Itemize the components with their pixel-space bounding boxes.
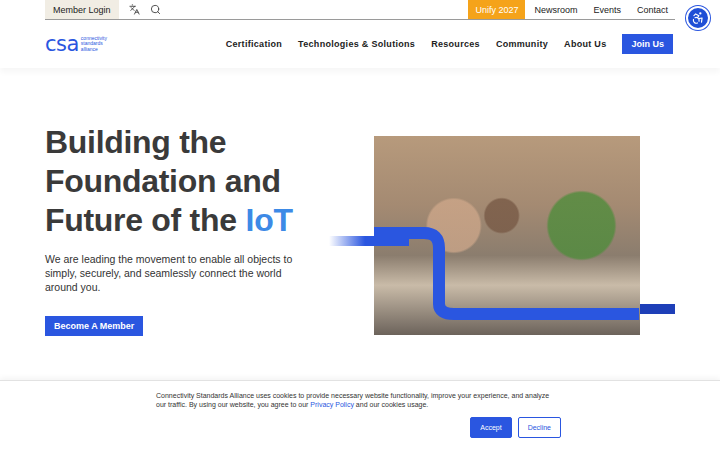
nav-links: Certification Technologies & Solutions Res… bbox=[226, 34, 673, 54]
nav-link[interactable]: Technologies & Solutions bbox=[298, 39, 415, 49]
cookie-buttons: Accept Decline bbox=[156, 417, 561, 438]
nav-link[interactable]: About Us bbox=[564, 39, 606, 49]
become-member-button[interactable]: Become A Member bbox=[45, 316, 143, 336]
logo-mark: csa bbox=[45, 34, 79, 55]
hero: Building theFoundation andFuture of theI… bbox=[0, 68, 720, 336]
hero-title-line: Foundation and bbox=[45, 162, 345, 201]
nav-link[interactable]: Certification bbox=[226, 39, 282, 49]
logo[interactable]: csaconnectivitystandardsalliance bbox=[45, 34, 107, 55]
nav-link[interactable]: Community bbox=[496, 39, 548, 49]
hero-title-accent: IoT bbox=[246, 201, 293, 240]
logo-tagline-line: alliance bbox=[81, 47, 107, 53]
language-button[interactable] bbox=[129, 4, 140, 15]
hero-text: We are leading the movement to enable al… bbox=[45, 252, 295, 294]
cookie-content: Connectivity Standards Alliance uses coo… bbox=[156, 391, 561, 438]
cookie-button[interactable]: Accept bbox=[470, 417, 511, 438]
hero-photo bbox=[374, 136, 640, 335]
join-button[interactable]: Join Us bbox=[622, 34, 673, 54]
hero-title-line: Future of theIoT bbox=[45, 201, 345, 240]
logo-tagline: connectivitystandardsalliance bbox=[81, 36, 107, 53]
translate-icon bbox=[129, 4, 140, 15]
hero-title-line: Building the bbox=[45, 123, 345, 162]
utility-link[interactable]: Newsroom bbox=[527, 0, 584, 19]
nav-link[interactable]: Resources bbox=[431, 39, 480, 49]
decorative-lines-icon bbox=[329, 136, 675, 335]
hero-media bbox=[374, 136, 640, 335]
hero-copy: Building theFoundation andFuture of theI… bbox=[45, 123, 345, 336]
main-nav: csaconnectivitystandardsalliance Certific… bbox=[0, 20, 720, 68]
cookie-banner: Connectivity Standards Alliance uses coo… bbox=[0, 380, 720, 450]
accessibility-icon bbox=[691, 11, 705, 25]
utility-link[interactable]: Unify 2027 bbox=[468, 0, 525, 19]
hero-title: Building theFoundation andFuture of theI… bbox=[45, 123, 345, 240]
utility-links: Unify 2027NewsroomEventsContact bbox=[468, 0, 675, 19]
search-button[interactable] bbox=[150, 4, 161, 15]
page: Member Login Unify 2027NewsroomEventsCont… bbox=[0, 0, 720, 450]
accessibility-button[interactable] bbox=[686, 6, 710, 30]
utility-link[interactable]: Events bbox=[586, 0, 628, 19]
utility-bar: Member Login Unify 2027NewsroomEventsCont… bbox=[45, 0, 675, 20]
cookie-text: Connectivity Standards Alliance uses coo… bbox=[156, 391, 561, 409]
cookie-button[interactable]: Decline bbox=[518, 417, 561, 438]
privacy-policy-link[interactable]: Privacy Policy bbox=[310, 401, 354, 408]
member-login-link[interactable]: Member Login bbox=[45, 0, 119, 19]
search-icon bbox=[150, 4, 161, 15]
utility-left: Member Login bbox=[45, 0, 161, 19]
utility-link[interactable]: Contact bbox=[630, 0, 675, 19]
